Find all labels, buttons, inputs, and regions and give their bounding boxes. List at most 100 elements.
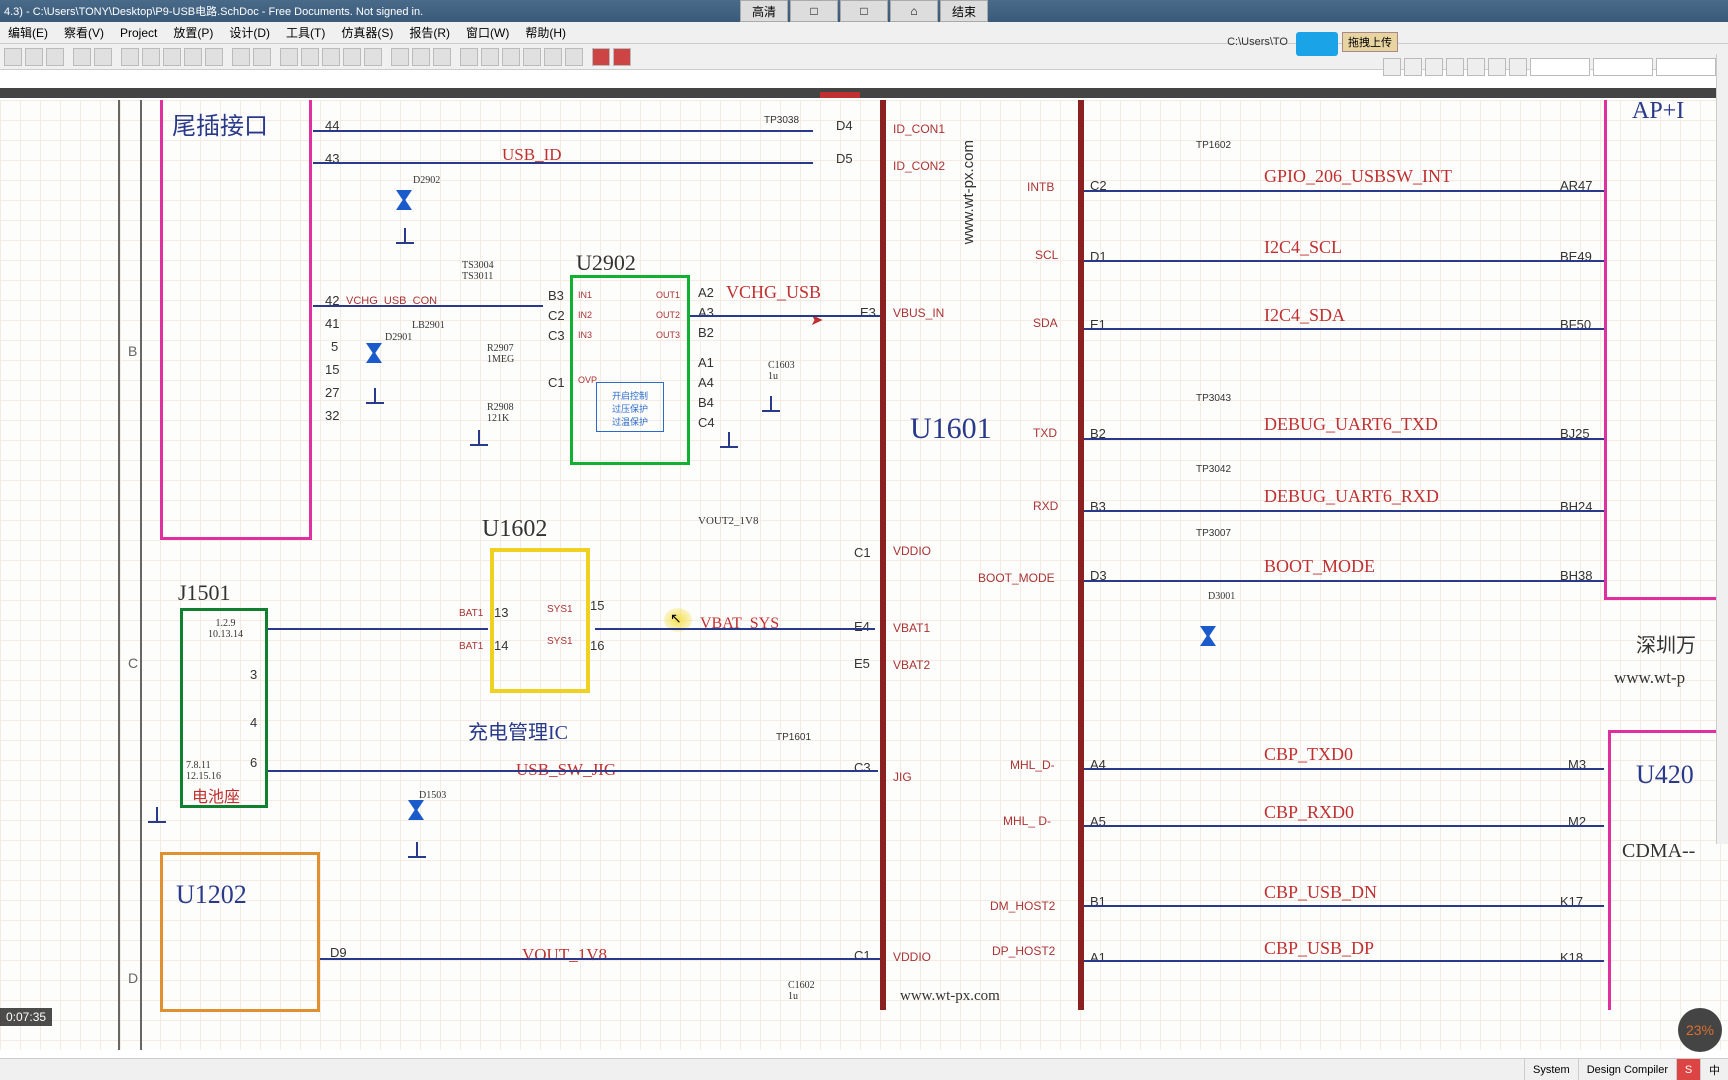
tool-zoom[interactable] [94, 48, 112, 66]
tool-save[interactable] [46, 48, 64, 66]
ovp: OVP [578, 375, 597, 385]
pa4: A4 [698, 375, 714, 390]
tr1[interactable] [1383, 58, 1401, 76]
tr3[interactable] [1425, 58, 1443, 76]
menu-report[interactable]: 报告(R) [405, 24, 454, 41]
red-tab[interactable] [820, 92, 860, 98]
in1: IN1 [578, 290, 592, 300]
id-con2: ID_CON2 [893, 159, 945, 173]
status-system[interactable]: System [1524, 1059, 1578, 1080]
tool-redo[interactable] [253, 48, 271, 66]
tool-undo[interactable] [232, 48, 250, 66]
j1501-p1: 1.2.9 10.13.14 [208, 618, 243, 640]
tail-connector-box [160, 100, 312, 540]
pc1-r: C1 [854, 545, 871, 560]
ts-lbl: TS3004 TS3011 [462, 260, 494, 282]
i2c4-sda: I2C4_SDA [1264, 305, 1345, 326]
d2901: D2901 [385, 332, 412, 343]
tool-print[interactable] [73, 48, 91, 66]
tail-label: 尾插接口 [172, 106, 268, 141]
tool-m[interactable] [544, 48, 562, 66]
menu-window[interactable]: 窗口(W) [462, 24, 513, 41]
right-url: C:\Users\TO [1227, 36, 1288, 48]
tool-rubber[interactable] [205, 48, 223, 66]
u1601-bus-right [1078, 100, 1084, 1010]
u2902-box [570, 275, 690, 465]
tool-x2[interactable] [613, 48, 631, 66]
tr7[interactable] [1509, 58, 1527, 76]
dm-h2: DM_HOST2 [990, 899, 1055, 913]
pe3: E3 [860, 305, 876, 320]
ov-b2[interactable]: □ [790, 0, 838, 22]
tool-a[interactable] [280, 48, 298, 66]
p13: 13 [494, 605, 508, 620]
side-panel-collapsed[interactable] [1716, 54, 1728, 844]
cbp-dp: CBP_USB_DP [1264, 938, 1374, 959]
menu-view[interactable]: 察看(V) [60, 24, 108, 41]
tool-g[interactable] [412, 48, 430, 66]
ov-home[interactable]: ⌂ [890, 0, 938, 22]
tool-cut[interactable] [121, 48, 139, 66]
pa3: A3 [698, 305, 714, 320]
tool-x1[interactable] [592, 48, 610, 66]
tool-k[interactable] [502, 48, 520, 66]
vbat1: VBAT1 [893, 621, 930, 635]
status-ime-icon[interactable]: S [1676, 1059, 1700, 1080]
menu-design[interactable]: 设计(D) [225, 24, 274, 41]
menu-project[interactable]: Project [116, 26, 161, 40]
menu-tools[interactable]: 工具(T) [282, 24, 329, 41]
tool-l[interactable] [523, 48, 541, 66]
u2902-note: 开启控制 过压保护 过温保护 [596, 382, 664, 432]
tr-dd2[interactable] [1593, 58, 1653, 76]
menu-sim[interactable]: 仿真器(S) [337, 24, 397, 41]
tr5[interactable] [1467, 58, 1485, 76]
tool-paste[interactable] [163, 48, 181, 66]
tp3043: TP3043 [1196, 393, 1231, 404]
tool-open[interactable] [25, 48, 43, 66]
pc1: C1 [548, 375, 565, 390]
menu-help[interactable]: 帮助(H) [521, 24, 570, 41]
zoom-pct[interactable]: 23% [1678, 1008, 1722, 1052]
pc1-b: C1 [854, 948, 871, 963]
tp3007: TP3007 [1196, 528, 1231, 539]
batt-lbl: 电池座 [192, 783, 240, 807]
ov-hq[interactable]: 高清 [740, 0, 788, 22]
dbg-rxd: DEBUG_UART6_RXD [1264, 486, 1439, 507]
tp3038: TP3038 [764, 115, 799, 126]
tool-j[interactable] [481, 48, 499, 66]
tool-d[interactable] [343, 48, 361, 66]
tool-f[interactable] [391, 48, 409, 66]
ov-end[interactable]: 结束 [940, 0, 988, 22]
tool-i[interactable] [460, 48, 478, 66]
tool-new[interactable] [4, 48, 22, 66]
tr-dd3[interactable] [1656, 58, 1716, 76]
menu-place[interactable]: 放置(P) [169, 24, 217, 41]
upload-btn[interactable]: 拖拽上传 [1342, 32, 1398, 52]
schematic-canvas[interactable]: B C D 尾插接口 44 43 42 41 5 15 27 32 D4 D5 … [0, 100, 1728, 1050]
ov-b3[interactable]: □ [840, 0, 888, 22]
tool-copy[interactable] [142, 48, 160, 66]
app-logo-icon[interactable] [1296, 32, 1338, 56]
status-lang[interactable]: 中 [1700, 1059, 1728, 1080]
u1602-sub: 充电管理IC [468, 716, 568, 745]
cbp-txd: CBP_TXD0 [1264, 744, 1353, 765]
tr2[interactable] [1404, 58, 1422, 76]
tr4[interactable] [1446, 58, 1464, 76]
tool-h[interactable] [433, 48, 451, 66]
tool-n[interactable] [565, 48, 583, 66]
tool-c[interactable] [322, 48, 340, 66]
diode-d3001-icon [1200, 626, 1216, 646]
status-compiler[interactable]: Design Compiler [1578, 1059, 1676, 1080]
c1602: C1602 1u [788, 980, 815, 1002]
tr-dd1[interactable] [1530, 58, 1590, 76]
tool-e[interactable] [364, 48, 382, 66]
tool-b[interactable] [301, 48, 319, 66]
tr6[interactable] [1488, 58, 1506, 76]
tool-paste2[interactable] [184, 48, 202, 66]
video-timestamp: 0:07:35 [0, 1008, 52, 1026]
menu-edit[interactable]: 编辑(E) [4, 24, 52, 41]
mhl-dp: MHL_ D- [1003, 814, 1051, 828]
row-b: B [128, 343, 137, 359]
out1: OUT1 [656, 290, 680, 300]
pa1: A1 [698, 355, 714, 370]
